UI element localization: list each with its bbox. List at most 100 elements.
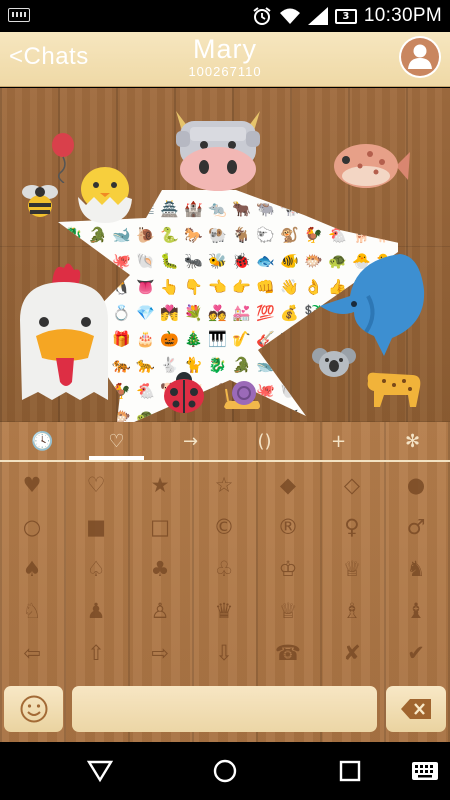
emoji-glyph: 🐚	[136, 252, 155, 270]
symbol-key[interactable]: ♙	[140, 596, 180, 626]
symbol-key[interactable]: ♀	[332, 512, 372, 542]
tab-arrows[interactable]: →	[153, 422, 228, 460]
emoji-glyph: 👇	[184, 278, 203, 296]
tab-favorites[interactable]: ♡	[79, 422, 154, 460]
emoji-glyph: 🐟	[256, 252, 275, 270]
symbol-key[interactable]: ♔	[268, 554, 308, 584]
symbol-key[interactable]: ♞	[396, 554, 436, 584]
emoji-glyph: 🎂	[136, 329, 155, 348]
emoji-glyph: 🐠	[88, 408, 107, 422]
symbol-key[interactable]: ♡	[76, 470, 116, 500]
hatching-chick-sticker[interactable]	[72, 163, 138, 225]
emoji-glyph: 🐛	[160, 252, 179, 270]
tab-recent[interactable]: 🕓	[5, 422, 80, 460]
back-icon	[86, 760, 114, 783]
emoji-glyph: 🐝	[208, 252, 227, 270]
input-row	[0, 684, 450, 740]
message-input[interactable]	[72, 686, 377, 732]
emoji-glyph: 🐞	[232, 252, 251, 270]
delete-button[interactable]	[386, 686, 446, 732]
emoji-glyph: 🐇	[352, 200, 371, 218]
symbol-key[interactable]: ©	[204, 512, 244, 542]
pufferfish-sticker[interactable]	[330, 140, 410, 192]
symbol-key[interactable]: □	[140, 512, 180, 542]
symbol-key[interactable]: ♤	[76, 554, 116, 584]
symbol-key[interactable]: ♥	[12, 470, 52, 500]
emoji-glyph: 🐋	[256, 356, 275, 374]
emoji-glyph: 👅	[280, 408, 299, 422]
emoji-glyph: 👇	[328, 408, 347, 422]
home-icon	[213, 759, 237, 783]
nav-keyboard-button[interactable]	[395, 742, 450, 800]
emoji-glyph: 👋	[280, 278, 299, 296]
emoji-glyph: 🐜	[184, 252, 203, 270]
symbol-key[interactable]: ®	[268, 512, 308, 542]
leopard-sticker[interactable]	[362, 367, 424, 409]
ladybug-sticker[interactable]	[160, 370, 208, 414]
emoji-glyph: 💑	[208, 304, 227, 322]
symbol-key[interactable]: ♝	[396, 596, 436, 626]
avatar[interactable]	[399, 36, 441, 78]
symbol-key[interactable]: ♟	[76, 596, 116, 626]
emoji-glyph: 🐛	[304, 382, 323, 400]
symbol-key[interactable]: ◇	[332, 470, 372, 500]
emoji-glyph: 🐈	[376, 200, 395, 218]
emoji-glyph: 👈	[208, 278, 227, 296]
symbol-key[interactable]: ♕	[332, 554, 372, 584]
symbol-key[interactable]: ⇩	[204, 638, 244, 668]
emoji-glyph: 💏	[160, 304, 179, 322]
snail-sticker[interactable]	[222, 377, 262, 411]
symbol-key[interactable]: ●	[396, 470, 436, 500]
symbol-key[interactable]: ★	[140, 470, 180, 500]
symbol-key[interactable]: ■	[76, 512, 116, 542]
tab-symbols[interactable]: ✻	[375, 422, 450, 460]
symbol-key[interactable]: ✔	[396, 638, 436, 668]
symbol-key[interactable]: ◆	[268, 470, 308, 500]
symbol-key[interactable]: ✘	[332, 638, 372, 668]
backspace-icon	[401, 699, 431, 719]
emoji-glyph: 🐢	[136, 408, 155, 422]
koala-sticker[interactable]	[312, 346, 356, 380]
cow-sticker[interactable]	[170, 105, 266, 195]
symbol-key[interactable]: ☆	[204, 470, 244, 500]
emoji-glyph: 💐	[184, 303, 203, 322]
emoji-glyph: 🎹	[208, 330, 227, 348]
emoji-glyph: 🐊	[88, 225, 107, 244]
symbol-key[interactable]: ♕	[268, 596, 308, 626]
alarm-icon	[253, 7, 271, 25]
symbol-key[interactable]: ♂	[396, 512, 436, 542]
emoji-glyph: 🐉	[64, 226, 83, 244]
symbol-key[interactable]: ♠	[12, 554, 52, 584]
symbol-key[interactable]: ○	[12, 512, 52, 542]
clock-icon: 🕓	[31, 430, 54, 452]
dolphin-sticker[interactable]	[320, 246, 428, 358]
emoji-glyph: 🐎	[184, 226, 203, 244]
tab-brackets[interactable]: ()	[227, 422, 302, 460]
symbol-key[interactable]: ⇨	[140, 638, 180, 668]
tab-math[interactable]: +	[301, 422, 376, 460]
symbol-key[interactable]: ⇦	[12, 638, 52, 668]
chat-area[interactable]: 🎹🎷🎸🎼🏯🏰🐀🐂🐃🐄🐅🐆🐇🐈🐉🐊🐋🐌🐍🐎🐏🐐🐑🐒🐓🐔🐕🐖🐗🐘🐙🐚🐛🐜🐝🐞🐟🐠🐡🐢…	[0, 88, 450, 422]
symbol-key[interactable]: ⇧	[76, 638, 116, 668]
contact-id: 100267110	[188, 64, 262, 79]
rooster-sticker[interactable]	[14, 260, 116, 410]
symbol-key[interactable]: ☎	[268, 638, 308, 668]
symbol-key[interactable]: ♗	[332, 596, 372, 626]
bee-sticker[interactable]	[18, 180, 62, 220]
symbol-key[interactable]: ♧	[204, 554, 244, 584]
emoji-glyph: 🐅	[304, 200, 323, 218]
symbol-key[interactable]: ♘	[12, 596, 52, 626]
emoji-glyph: 🎼	[280, 330, 299, 348]
nav-home-button[interactable]	[195, 742, 255, 800]
nav-recents-button[interactable]	[320, 742, 380, 800]
emoji-glyph: 🐑	[256, 225, 275, 244]
emoji-toggle-button[interactable]	[4, 686, 63, 732]
symbol-key[interactable]: ♛	[204, 596, 244, 626]
emoji-glyph: 🏯	[160, 199, 179, 218]
symbol-key[interactable]: ♣	[140, 554, 180, 584]
emoji-glyph: 🐡	[112, 408, 131, 422]
emoji-glyph: 🐂	[232, 200, 251, 218]
emoji-glyph: 🐓	[304, 226, 323, 244]
emoji-glyph: 👅	[136, 278, 155, 296]
nav-back-button[interactable]	[70, 742, 130, 800]
